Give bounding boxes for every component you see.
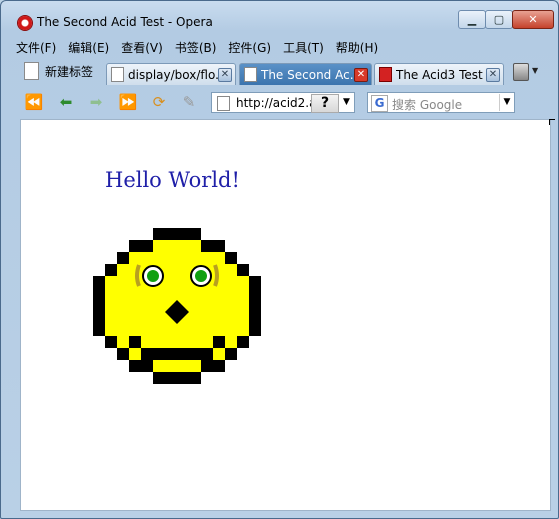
search-dropdown-icon[interactable]: ▼ [499, 94, 514, 111]
tab-display-box[interactable]: display/box/flo... ✕ [106, 63, 236, 85]
acid3-favicon-icon [379, 67, 392, 82]
tab-bar: 新建标签 display/box/flo... ✕ The Second Ac.… [16, 60, 554, 88]
dropdown-arrow-icon[interactable]: ▼ [532, 66, 538, 75]
browser-window: The Second Acid Test - Opera ▁ ▢ ✕ 文件(F)… [0, 0, 559, 519]
google-icon[interactable]: G [371, 95, 388, 112]
tab-label: display/box/flo... [128, 67, 218, 82]
window-title: The Second Acid Test - Opera [37, 15, 213, 29]
reload-icon[interactable]: ⟳ [149, 92, 169, 112]
minimize-icon: ▁ [467, 13, 477, 26]
page-viewport: Hello World! [20, 119, 551, 511]
new-tab-label: 新建标签 [45, 64, 94, 79]
rewind-icon[interactable]: ⏪ [24, 92, 44, 112]
maximize-icon: ▢ [493, 13, 505, 26]
opera-logo-icon [18, 16, 32, 30]
close-tab-icon[interactable]: ✕ [218, 67, 232, 82]
back-icon[interactable]: ⬅ [56, 92, 76, 112]
maximize-button[interactable]: ▢ [485, 10, 513, 29]
tab-second-acid-test[interactable]: The Second Ac... ✕ [239, 63, 372, 85]
search-input[interactable]: 搜索 Google [392, 96, 462, 113]
navigation-toolbar: ⏪ ⬅ ➡ ⏩ ⟳ ✎ http://acid2.ac ? ▼ G 搜索 Goo… [16, 90, 554, 116]
viewport-corner-marker [549, 119, 555, 125]
page-heading: Hello World! [105, 168, 240, 192]
address-dropdown-icon[interactable]: ▼ [340, 94, 353, 111]
tab-label: The Second Ac... [261, 67, 354, 82]
menu-file[interactable]: 文件(F) [16, 39, 56, 56]
address-bar[interactable]: http://acid2.ac ? ▼ [211, 92, 355, 113]
site-info-icon[interactable]: ? [311, 94, 339, 113]
close-tab-icon[interactable]: ✕ [486, 67, 500, 82]
new-page-icon [24, 62, 39, 80]
search-box[interactable]: G 搜索 Google ▼ [367, 92, 515, 113]
tab-acid3-test[interactable]: The Acid3 Test ✕ [374, 63, 504, 85]
menu-help[interactable]: 帮助(H) [336, 39, 378, 56]
acid2-smiley-face [93, 228, 261, 384]
trash-icon[interactable] [513, 63, 529, 81]
page-icon [111, 67, 124, 82]
tab-label: The Acid3 Test [396, 67, 483, 82]
menu-tools[interactable]: 工具(T) [283, 39, 324, 56]
menu-view[interactable]: 查看(V) [121, 39, 163, 56]
close-window-button[interactable]: ✕ [512, 10, 554, 29]
new-tab-button[interactable]: 新建标签 [24, 62, 93, 80]
title-bar[interactable]: The Second Acid Test - Opera ▁ ▢ ✕ [1, 1, 558, 35]
minimize-button[interactable]: ▁ [458, 10, 486, 29]
close-tab-icon[interactable]: ✕ [354, 67, 368, 82]
menu-bar: 文件(F) 编辑(E) 查看(V) 书签(B) 控件(G) 工具(T) 帮助(H… [16, 37, 390, 57]
page-icon [217, 96, 230, 111]
fast-forward-icon[interactable]: ⏩ [118, 92, 138, 112]
page-icon [244, 67, 257, 82]
forward-icon[interactable]: ➡ [86, 92, 106, 112]
menu-edit[interactable]: 编辑(E) [68, 39, 109, 56]
edit-pencil-icon[interactable]: ✎ [179, 92, 199, 112]
menu-widgets[interactable]: 控件(G) [228, 39, 271, 56]
close-icon: ✕ [528, 13, 538, 26]
menu-bookmarks[interactable]: 书签(B) [175, 39, 217, 56]
